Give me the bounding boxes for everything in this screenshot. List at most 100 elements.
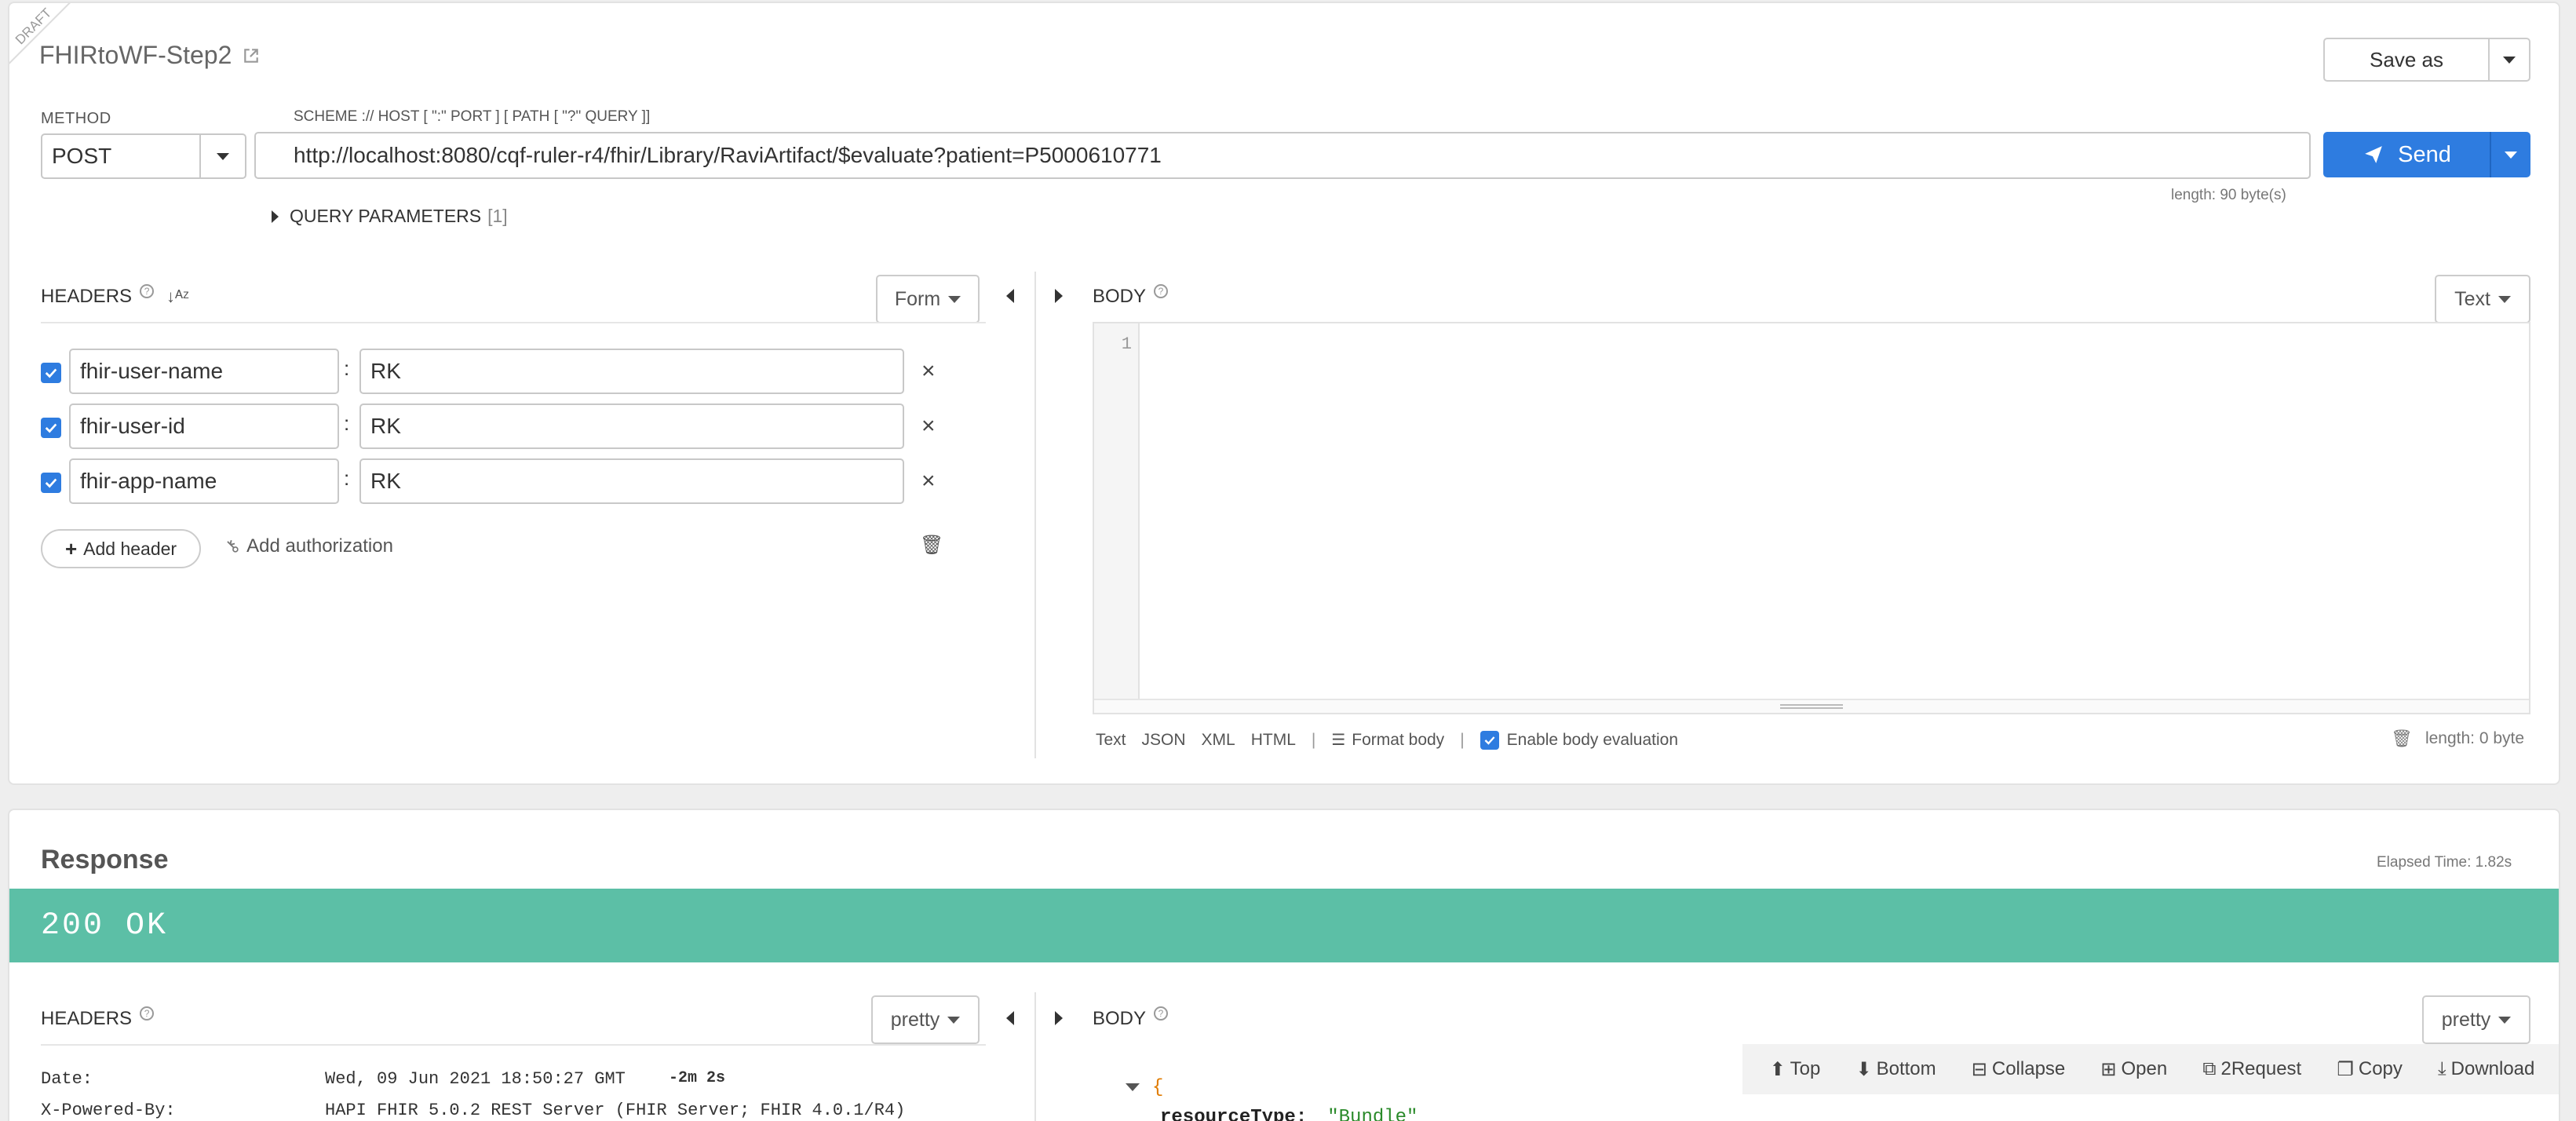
minus-square-icon: ⊟ [1971,1058,1987,1080]
headers-label: HEADERS [41,286,133,307]
chevron-down-icon [2498,1016,2512,1024]
header-enable-checkbox[interactable] [41,418,61,438]
url-label: SCHEME :// HOST [ ":" PORT ] [ PATH [ "?… [294,108,651,125]
response-headers-label: HEADERS [41,1008,133,1029]
bottom-button[interactable]: ⬇ Bottom [1856,1058,1936,1081]
body-editor[interactable]: 1 [1093,322,2530,714]
collapse-button[interactable]: ⊟ Collapse [1972,1058,2066,1081]
sort-alpha-icon[interactable]: ↓ᴬᶻ [166,287,189,307]
json-value: "Bundle" [1327,1107,1418,1121]
save-as-dropdown[interactable] [2488,38,2530,82]
add-header-label: Add header [83,538,177,559]
plus-square-icon: ⊞ [2100,1058,2117,1080]
top-button[interactable]: ⬆ Top [1770,1058,1821,1081]
help-icon[interactable]: ? [1154,284,1169,298]
chevron-down-icon [217,152,229,160]
headers-heading: HEADERS ? ↓ᴬᶻ [41,284,189,308]
url-input[interactable]: http://localhost:8080/cqf-ruler-r4/fhir/… [254,132,2311,179]
collapse-left-icon[interactable] [1006,1011,1014,1025]
body-heading: BODY ? [1093,284,1169,308]
format-body-label: Format body [1352,730,1445,749]
remove-header-icon[interactable]: × [921,358,936,385]
chevron-right-icon [272,210,279,223]
header-name-input[interactable]: fhir-app-name [69,458,339,504]
format-json[interactable]: JSON [1142,731,1186,750]
split-divider [1034,272,1036,758]
response-headers-divider [41,1044,986,1046]
method-value: POST [52,144,112,168]
response-body-toolbar: ⬆ Top ⬇ Bottom ⊟ Collapse ⊞ Open ⧉ 2Request ❐… [1742,1044,2559,1094]
response-body-mode-label: pretty [2441,1008,2491,1031]
send-dropdown[interactable] [2490,132,2530,177]
headers-mode-select[interactable]: Form [876,275,980,323]
header-name-input[interactable]: fhir-user-name [69,349,339,394]
chevron-down-icon [947,1016,961,1024]
response-headers-heading: HEADERS ? [41,1006,155,1030]
json-open-brace: { [1152,1077,1164,1098]
header-name-value: fhir-user-name [80,359,224,383]
header-enable-checkbox[interactable] [41,363,61,383]
trash-icon[interactable]: 🗑 [920,534,943,557]
response-body-mode-select[interactable]: pretty [2422,995,2530,1044]
collapse-node-icon[interactable] [1126,1083,1140,1091]
to-request-button[interactable]: ⧉ 2Request [2202,1058,2301,1080]
help-icon[interactable]: ? [1154,1006,1169,1021]
format-xml[interactable]: XML [1202,731,1235,750]
remove-header-icon[interactable]: × [921,413,936,440]
add-header-button[interactable]: + Add header [41,529,201,568]
response-header-value: Wed, 09 Jun 2021 18:50:27 GMT [325,1069,626,1089]
header-value-value: RK [370,359,401,383]
header-enable-checkbox[interactable] [41,473,61,493]
format-body-button[interactable]: ☰ Format body [1331,730,1444,750]
header-value-value: RK [370,469,401,493]
open-button[interactable]: ⊞ Open [2100,1058,2167,1081]
enable-body-eval-checkbox[interactable] [1480,730,1499,750]
format-text[interactable]: Text [1096,731,1126,750]
plus-icon: + [64,536,78,560]
json-line: resourceType: "Bundle" [1160,1107,1418,1121]
save-as-button[interactable]: Save as [2323,38,2490,82]
response-body-heading: BODY ? [1093,1006,1169,1030]
expand-right-icon[interactable] [1055,289,1063,303]
body-mode-select[interactable]: Text [2435,275,2530,323]
resize-handle[interactable] [1094,699,2529,713]
send-button[interactable]: Send [2323,132,2491,177]
chevron-down-icon [2498,295,2511,303]
enable-body-eval[interactable]: Enable body evaluation [1480,730,1678,750]
chevron-down-icon [2503,56,2516,64]
format-html[interactable]: HTML [1251,731,1296,750]
response-headers-mode-label: pretty [890,1008,940,1031]
remove-header-icon[interactable]: × [921,468,936,495]
copy-button[interactable]: ❐ Copy [2337,1058,2403,1081]
add-authorization-link[interactable]: ⚷ Add authorization [221,535,393,557]
request-title[interactable]: FHIRtoWF-Step2 [39,41,260,70]
download-button[interactable]: ⤓ Download [2438,1058,2534,1080]
header-value-input[interactable]: RK [359,349,904,394]
key-icon: ⚷ [221,535,244,558]
copy-label: Copy [2358,1058,2403,1079]
query-params-toggle[interactable]: QUERY PARAMETERS [1] [272,206,508,227]
send-label: Send [2398,141,2451,167]
header-name-value: fhir-app-name [80,469,217,493]
status-text: 200 OK [41,907,169,944]
arrow-down-circle-icon: ⬇ [1855,1058,1872,1080]
expand-right-icon[interactable] [1055,1011,1063,1025]
collapse-label: Collapse [1991,1058,2066,1079]
help-icon[interactable]: ? [140,1006,155,1021]
collapse-left-icon[interactable] [1006,289,1014,303]
header-name-input[interactable]: fhir-user-id [69,403,339,449]
help-icon[interactable]: ? [140,284,155,298]
download-label: Download [2450,1058,2535,1079]
body-label: BODY [1093,286,1147,307]
headers-mode-label: Form [894,287,941,310]
header-value-input[interactable]: RK [359,403,904,449]
colon-separator: : [344,356,350,380]
external-link-icon[interactable] [243,47,260,64]
trash-icon[interactable]: 🗑 [2391,728,2413,749]
url-value: http://localhost:8080/cqf-ruler-r4/fhir/… [294,143,1162,167]
header-value-input[interactable]: RK [359,458,904,504]
method-label: METHOD [41,110,111,127]
method-dropdown[interactable] [199,135,245,177]
separator: | [1311,730,1316,749]
response-headers-mode-select[interactable]: pretty [871,995,980,1044]
